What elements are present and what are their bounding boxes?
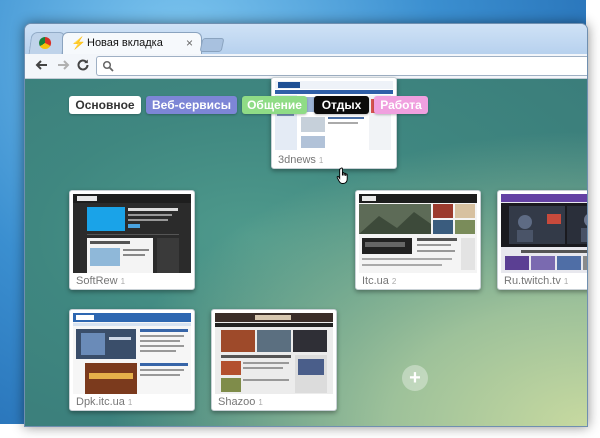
omnibox[interactable] xyxy=(96,56,587,76)
search-icon xyxy=(102,60,114,72)
thumbnail-3dnews[interactable]: 3dnews 1 xyxy=(271,77,397,169)
title-bar: ⚡ Новая вкладка × xyxy=(25,24,587,55)
category-tab-web-services[interactable]: Веб-сервисы xyxy=(146,96,237,114)
new-tab-page: 3dnews 1 Основное Веб-сервисы Общение Отд… xyxy=(25,77,587,426)
browser-window: ⚡ Новая вкладка × 3dnews 1 Основное Веб-… xyxy=(24,23,588,427)
reload-icon[interactable] xyxy=(75,57,91,73)
image-margin xyxy=(586,0,600,438)
thumbnail-label: Itc.ua 2 xyxy=(362,275,397,287)
category-tab-work[interactable]: Работа xyxy=(374,96,428,114)
tab-inactive[interactable] xyxy=(28,32,66,55)
navigation-toolbar xyxy=(25,54,587,79)
category-tab-leisure[interactable]: Отдых xyxy=(314,96,369,114)
hand-cursor-icon xyxy=(336,167,348,184)
thumbnail-label: Dpk.itc.ua 1 xyxy=(76,396,133,408)
thumbnail-screenshot xyxy=(73,194,191,273)
thumbnail-itc-ua[interactable]: Itc.ua 2 xyxy=(355,190,481,290)
thumbnail-softrew[interactable]: SoftRew 1 xyxy=(69,190,195,290)
forward-arrow-icon[interactable] xyxy=(55,57,71,73)
category-tab-social[interactable]: Общение xyxy=(242,96,307,114)
thumbnail-label: Shazoo 1 xyxy=(218,396,263,408)
thumbnail-label: SoftRew 1 xyxy=(76,275,126,287)
thumbnail-dpk-itc-ua[interactable]: Dpk.itc.ua 1 xyxy=(69,309,195,411)
thumbnail-label: 3dnews 1 xyxy=(278,154,324,166)
tab-title: Новая вкладка xyxy=(87,37,163,49)
new-tab-button[interactable] xyxy=(199,38,225,52)
thumbnail-screenshot xyxy=(501,194,587,273)
tab-close-icon[interactable]: × xyxy=(186,36,193,50)
tab-new-tab[interactable]: ⚡ Новая вкладка × xyxy=(62,32,202,55)
thumbnail-screenshot xyxy=(215,313,333,394)
add-thumbnail-button[interactable]: + xyxy=(402,365,428,391)
back-arrow-icon[interactable] xyxy=(34,57,50,73)
thumbnail-screenshot xyxy=(359,194,477,273)
chrome-icon xyxy=(39,37,52,49)
category-tab-main[interactable]: Основное xyxy=(69,96,141,114)
thumbnail-twitch[interactable]: Ru.twitch.tv 1 xyxy=(497,190,587,290)
thumbnail-screenshot xyxy=(73,313,191,394)
thumbnail-shazoo[interactable]: Shazoo 1 xyxy=(211,309,337,411)
lightning-icon: ⚡ xyxy=(71,36,86,50)
thumbnail-label: Ru.twitch.tv 1 xyxy=(504,275,569,287)
thumbnail-screenshot xyxy=(275,81,393,152)
